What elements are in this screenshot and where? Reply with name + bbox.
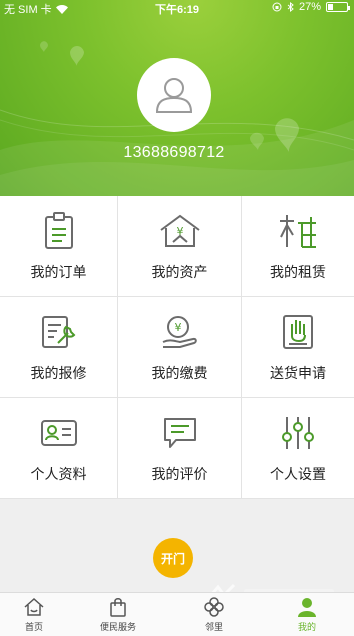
menu-item-payments[interactable]: ¥ 我的缴费 — [118, 297, 242, 398]
menu-item-orders[interactable]: 我的订单 — [0, 196, 118, 297]
tab-label: 首页 — [24, 622, 43, 632]
clipboard-icon — [44, 212, 73, 249]
bluetooth-icon — [287, 2, 294, 12]
tab-label: 邻里 — [204, 622, 223, 632]
tab-mine[interactable]: 我的 — [260, 593, 354, 636]
repair-form-icon — [41, 316, 75, 348]
tab-home[interactable]: 首页 — [0, 593, 68, 636]
battery-icon — [326, 2, 350, 12]
menu-item-profile[interactable]: 个人资料 — [0, 398, 118, 499]
user-avatar-icon — [155, 78, 193, 113]
tab-bar: 首页 便民服务 邻里 我的 — [0, 592, 354, 636]
menu-item-repair[interactable]: 我的报修 — [0, 297, 118, 398]
payment-icon: ¥ — [162, 316, 197, 348]
menu-item-reviews[interactable]: 我的评价 — [118, 398, 242, 499]
svg-text:¥: ¥ — [176, 225, 183, 238]
menu-item-label: 送货申请 — [270, 365, 326, 381]
rent-icon — [280, 215, 316, 248]
menu-item-label: 我的缴费 — [151, 365, 208, 381]
menu-item-assets[interactable]: ¥ 我的资产 — [118, 196, 242, 297]
battery-percent: 27% — [298, 1, 321, 13]
house-yuan-icon: ¥ — [159, 214, 200, 247]
menu-item-label: 我的租赁 — [270, 264, 326, 280]
menu-item-delivery[interactable]: 送货申请 — [242, 297, 354, 398]
bag-icon — [110, 598, 126, 617]
status-bar: 无 SIM 卡 下午6:19 27% — [0, 0, 354, 16]
menu-item-label: 个人设置 — [270, 466, 326, 482]
home-icon — [24, 597, 44, 616]
menu-item-label: 我的报修 — [30, 365, 87, 381]
menu-item-label: 个人资料 — [30, 466, 87, 482]
sliders-icon — [282, 417, 314, 449]
tab-label: 便民服务 — [99, 622, 136, 632]
open-door-button[interactable]: 开门 — [153, 538, 193, 578]
tab-label: 我的 — [297, 622, 316, 632]
tab-neighbors[interactable]: 邻里 — [168, 593, 260, 636]
clover-icon — [204, 597, 224, 617]
menu-item-rentals[interactable]: 我的租赁 — [242, 196, 354, 297]
battery-level — [328, 4, 333, 10]
avatar[interactable] — [137, 58, 211, 132]
id-card-icon — [40, 420, 77, 446]
person-icon — [298, 598, 316, 617]
tab-services[interactable]: 便民服务 — [68, 593, 168, 636]
svg-text:¥: ¥ — [174, 321, 181, 334]
hand-form-icon — [283, 315, 313, 349]
profile-header: 13688698712 — [0, 0, 354, 196]
comment-icon — [163, 418, 196, 448]
menu-item-label: 我的订单 — [30, 264, 87, 280]
menu-item-label: 我的资产 — [151, 264, 208, 280]
menu-item-settings[interactable]: 个人设置 — [242, 398, 354, 499]
orientation-lock-icon — [272, 2, 282, 12]
menu-item-label: 我的评价 — [151, 466, 208, 482]
menu-grid: 我的订单 ¥ 我的资产 我的租赁 我的报修 ¥ 我的缴费 送货申请 个人资料 我… — [0, 196, 354, 499]
phone-number: 13688698712 — [123, 144, 225, 161]
